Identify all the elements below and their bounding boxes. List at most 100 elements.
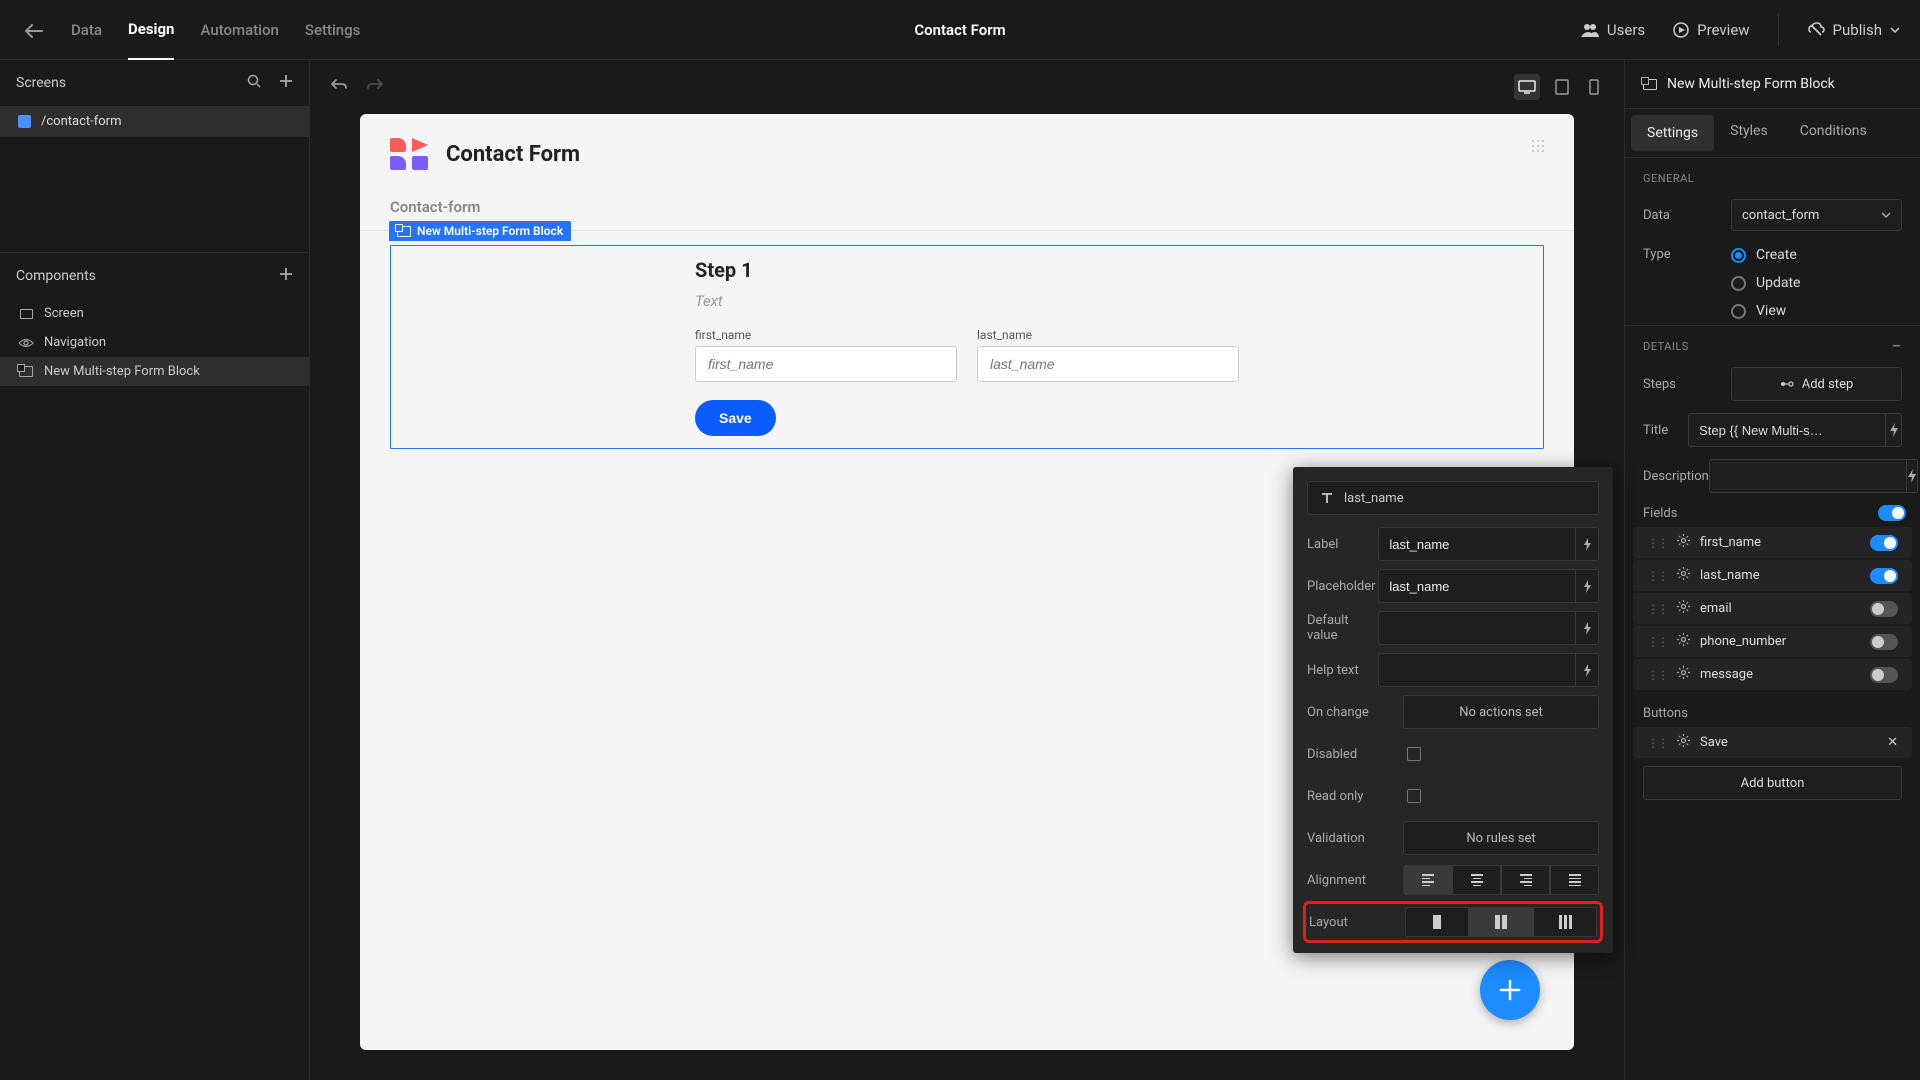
field-item-message[interactable]: ⋮⋮ message: [1633, 659, 1912, 690]
field-toggle[interactable]: [1870, 634, 1898, 650]
first-name-input[interactable]: [695, 346, 957, 382]
search-icon[interactable]: [247, 74, 261, 92]
tab-conditions-panel[interactable]: Conditions: [1784, 109, 1883, 157]
drag-handle-icon[interactable]: ⋮⋮: [1647, 668, 1667, 682]
popup-help-input[interactable]: [1378, 653, 1576, 687]
tab-design[interactable]: Design: [128, 0, 175, 60]
popup-onchange-button[interactable]: No actions set: [1403, 695, 1599, 729]
component-navigation[interactable]: Navigation: [0, 328, 309, 357]
field-first-name[interactable]: first_name: [695, 328, 957, 382]
drag-handle-icon[interactable]: ⋮⋮: [1647, 736, 1667, 750]
popup-label-input[interactable]: [1378, 527, 1576, 561]
field-name: message: [1700, 667, 1753, 682]
users-label: Users: [1607, 21, 1645, 39]
bolt-icon[interactable]: [1576, 653, 1599, 687]
drag-handle-icon[interactable]: [1532, 140, 1544, 152]
drag-handle-icon[interactable]: ⋮⋮: [1647, 569, 1667, 583]
title-input[interactable]: [1688, 413, 1886, 447]
remove-button-icon[interactable]: ✕: [1887, 735, 1898, 750]
tab-settings[interactable]: Settings: [305, 0, 361, 60]
form-block-icon: [18, 366, 34, 377]
preview-button[interactable]: Preview: [1673, 21, 1749, 39]
bolt-icon[interactable]: [1886, 413, 1902, 447]
last-name-input[interactable]: [977, 346, 1239, 382]
add-fab-button[interactable]: [1480, 960, 1540, 1020]
add-button-button[interactable]: Add button: [1643, 766, 1902, 800]
block-selection-tag[interactable]: New Multi-step Form Block: [389, 221, 571, 241]
layout-1col-button[interactable]: [1405, 907, 1469, 937]
popup-validation-button[interactable]: No rules set: [1403, 821, 1599, 855]
radio-label: Create: [1756, 247, 1797, 263]
popup-readonly-checkbox[interactable]: [1407, 789, 1421, 803]
gear-icon[interactable]: [1677, 534, 1690, 551]
undo-icon[interactable]: [330, 77, 348, 97]
tab-data[interactable]: Data: [71, 0, 102, 60]
align-justify-button[interactable]: [1550, 865, 1599, 895]
popup-row-label: Read only: [1307, 789, 1403, 804]
field-toggle[interactable]: [1870, 667, 1898, 683]
tab-automation[interactable]: Automation: [200, 0, 278, 60]
field-item-phone[interactable]: ⋮⋮ phone_number: [1633, 626, 1912, 657]
desktop-view-icon[interactable]: [1514, 74, 1540, 100]
description-input[interactable]: [1709, 459, 1907, 493]
field-item-first-name[interactable]: ⋮⋮ first_name: [1633, 527, 1912, 558]
bolt-icon[interactable]: [1907, 459, 1918, 493]
field-item-last-name[interactable]: ⋮⋮ last_name: [1633, 560, 1912, 591]
screen-item-contact-form[interactable]: /contact-form: [0, 106, 309, 137]
field-toggle[interactable]: [1870, 535, 1898, 551]
fields-master-toggle[interactable]: [1878, 505, 1906, 521]
component-form-block[interactable]: New Multi-step Form Block: [0, 357, 309, 386]
gear-icon[interactable]: [1677, 633, 1690, 650]
add-step-button[interactable]: Add step: [1731, 367, 1902, 401]
data-select[interactable]: contact_form: [1731, 199, 1902, 231]
fields-label: Fields: [1643, 506, 1677, 521]
popup-disabled-checkbox[interactable]: [1407, 747, 1421, 761]
field-properties-popup: last_name Label Placeholder Default valu…: [1293, 467, 1613, 953]
layout-2col-button[interactable]: [1469, 907, 1533, 937]
form-block-icon: [1643, 79, 1657, 90]
add-screen-icon[interactable]: [279, 74, 293, 92]
tablet-view-icon[interactable]: [1552, 79, 1572, 95]
component-screen[interactable]: Screen: [0, 299, 309, 328]
save-button[interactable]: Save: [695, 400, 776, 436]
mobile-view-icon[interactable]: [1584, 79, 1604, 95]
field-toggle[interactable]: [1870, 568, 1898, 584]
field-toggle[interactable]: [1870, 601, 1898, 617]
tab-styles-panel[interactable]: Styles: [1714, 109, 1784, 157]
form-block[interactable]: Step 1 Text first_name last_name: [390, 245, 1544, 449]
popup-default-input[interactable]: [1378, 611, 1576, 645]
main-layout: Screens /contact-form Components Screen …: [0, 60, 1920, 1080]
bolt-icon[interactable]: [1576, 611, 1599, 645]
radio-view[interactable]: View: [1731, 303, 1800, 319]
gear-icon[interactable]: [1677, 666, 1690, 683]
drag-handle-icon[interactable]: ⋮⋮: [1647, 602, 1667, 616]
redo-icon[interactable]: [366, 77, 384, 97]
publish-button[interactable]: Publish: [1807, 21, 1900, 39]
gear-icon[interactable]: [1677, 567, 1690, 584]
field-last-name[interactable]: last_name: [977, 328, 1239, 382]
back-icon[interactable]: [25, 20, 43, 39]
add-component-icon[interactable]: [279, 267, 293, 285]
users-button[interactable]: Users: [1581, 21, 1645, 39]
radio-create[interactable]: Create: [1731, 247, 1800, 263]
bolt-icon[interactable]: [1576, 527, 1599, 561]
drag-handle-icon[interactable]: ⋮⋮: [1647, 635, 1667, 649]
popup-placeholder-input[interactable]: [1378, 569, 1576, 603]
description-label: Description: [1643, 469, 1709, 484]
gear-icon[interactable]: [1677, 734, 1690, 751]
gear-icon[interactable]: [1677, 600, 1690, 617]
button-item-save[interactable]: ⋮⋮ Save ✕: [1633, 727, 1912, 758]
steps-icon: [1780, 378, 1794, 390]
bolt-icon[interactable]: [1576, 569, 1599, 603]
tab-settings-panel[interactable]: Settings: [1631, 115, 1714, 151]
screen-outline-icon: [18, 309, 34, 319]
layout-3col-button[interactable]: [1533, 907, 1597, 937]
align-right-button[interactable]: [1501, 865, 1550, 895]
align-left-button[interactable]: [1403, 865, 1452, 895]
align-center-button[interactable]: [1452, 865, 1501, 895]
field-item-email[interactable]: ⋮⋮ email: [1633, 593, 1912, 624]
drag-handle-icon[interactable]: ⋮⋮: [1647, 536, 1667, 550]
radio-update[interactable]: Update: [1731, 275, 1800, 291]
button-name: Save: [1700, 735, 1728, 750]
fields-header: Fields: [1625, 499, 1920, 527]
